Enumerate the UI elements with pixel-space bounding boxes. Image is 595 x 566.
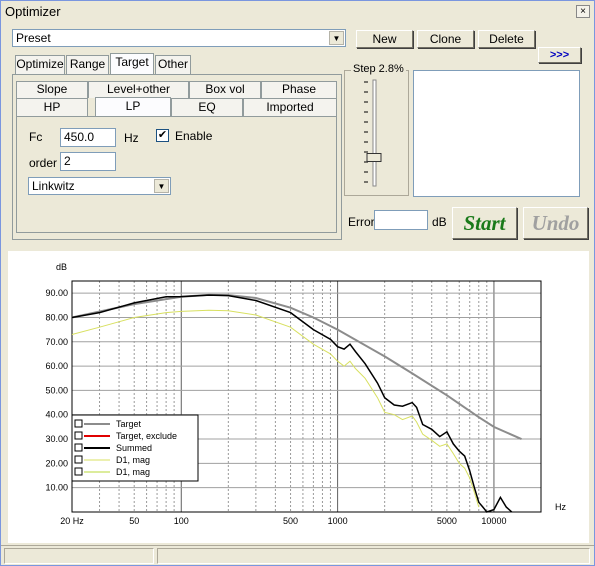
slider-thumb[interactable]	[366, 153, 382, 162]
legend-checkbox	[74, 455, 83, 464]
error-unit: dB	[432, 215, 447, 229]
y-tick-label: 80.00	[45, 312, 68, 322]
legend-checkbox	[74, 431, 83, 440]
x-tick-label: 100	[174, 516, 189, 526]
filter-type-value: Linkwitz	[32, 179, 75, 193]
legend-label: Summed	[116, 443, 152, 453]
x-axis-label: Hz	[555, 502, 566, 512]
filter-type-select[interactable]: Linkwitz ▼	[28, 177, 171, 195]
x-tick-label: 5000	[437, 516, 457, 526]
legend-checkbox	[74, 443, 83, 452]
legend-label: D1, mag	[116, 467, 150, 477]
start-button[interactable]: Start	[452, 207, 517, 239]
status-bar	[1, 545, 594, 565]
x-tick-label: 50	[129, 516, 139, 526]
legend-label: Target, exclude	[116, 431, 177, 441]
fc-input[interactable]: 450.0	[60, 128, 116, 147]
preset-select[interactable]: Preset ▼	[12, 29, 346, 47]
error-label: Error	[348, 215, 375, 229]
y-tick-label: 50.00	[45, 385, 68, 395]
x-tick-label: 10000	[481, 516, 506, 526]
x-tick-label: 500	[283, 516, 298, 526]
chevron-down-icon[interactable]: ▼	[329, 31, 344, 45]
y-tick-label: 40.00	[45, 410, 68, 420]
step-label: Step 2.8%	[351, 63, 406, 75]
optimizer-window: Optimizer × Preset ▼ New Clone Delete >>…	[0, 0, 595, 566]
results-box[interactable]	[413, 70, 580, 197]
status-left	[4, 548, 154, 564]
new-button[interactable]: New	[356, 30, 413, 48]
y-tick-label: 90.00	[45, 288, 68, 298]
tab-hp[interactable]: HP	[16, 98, 88, 116]
tab-level-other[interactable]: Level+other	[88, 81, 189, 98]
legend-label: Target	[116, 419, 142, 429]
tab-eq[interactable]: EQ	[171, 98, 243, 116]
x-tick-label: 1000	[328, 516, 348, 526]
tab-box-vol[interactable]: Box vol	[189, 81, 261, 98]
error-field[interactable]	[374, 210, 428, 230]
y-axis-label: dB	[56, 262, 67, 272]
delete-button[interactable]: Delete	[478, 30, 535, 48]
fc-label: Fc	[29, 130, 43, 144]
y-tick-label: 70.00	[45, 337, 68, 347]
order-label: order	[29, 156, 58, 170]
response-chart[interactable]: 90.00 80.00 70.00 60.00 50.00 40.00 30.00 20.00…	[8, 251, 589, 543]
tab-lp[interactable]: LP	[95, 97, 171, 116]
tab-phase[interactable]: Phase	[261, 81, 337, 98]
order-input[interactable]: 2	[60, 152, 116, 171]
preset-value: Preset	[16, 31, 51, 45]
enable-label: Enable	[175, 129, 213, 143]
step-slider[interactable]	[356, 76, 396, 191]
undo-button[interactable]: Undo	[523, 207, 588, 239]
tab-optimize[interactable]: Optimize	[15, 55, 65, 74]
tab-other[interactable]: Other	[155, 55, 191, 74]
enable-checkbox[interactable]: ✔	[156, 129, 169, 142]
x-tick-label: 20 Hz	[60, 516, 84, 526]
y-tick-label: 10.00	[45, 483, 68, 493]
chevron-down-icon[interactable]: ▼	[154, 179, 169, 193]
tab-imported[interactable]: Imported	[243, 98, 337, 116]
title-bar: Optimizer ×	[1, 1, 594, 23]
y-tick-label: 20.00	[45, 458, 68, 468]
status-right	[157, 548, 590, 564]
y-tick-label: 30.00	[45, 434, 68, 444]
clone-button[interactable]: Clone	[417, 30, 474, 48]
tab-slope[interactable]: Slope	[16, 81, 88, 98]
legend-checkbox	[74, 419, 83, 428]
close-icon[interactable]: ×	[576, 5, 590, 18]
tab-target[interactable]: Target	[110, 53, 154, 74]
legend-checkbox	[74, 467, 83, 476]
expand-button[interactable]: >>>	[538, 47, 581, 63]
tab-range[interactable]: Range	[66, 55, 109, 74]
chart-area: 90.00 80.00 70.00 60.00 50.00 40.00 30.00 20.00…	[8, 251, 589, 543]
window-title: Optimizer	[5, 4, 61, 19]
y-tick-label: 60.00	[45, 361, 68, 371]
legend-label: D1, mag	[116, 455, 150, 465]
fc-unit: Hz	[124, 131, 139, 145]
